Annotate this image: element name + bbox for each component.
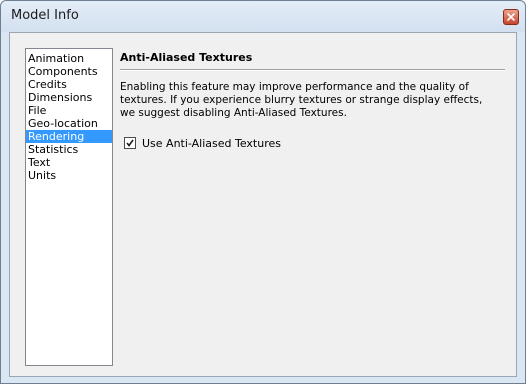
checkbox-label: Use Anti-Aliased Textures <box>142 136 281 150</box>
category-item-dimensions[interactable]: Dimensions <box>26 91 112 104</box>
model-info-window: Model Info Animation Components Credits … <box>0 0 526 384</box>
category-item-geo-location[interactable]: Geo-location <box>26 117 112 130</box>
checkmark-icon <box>126 139 134 147</box>
anti-aliased-textures-checkbox[interactable] <box>124 137 136 149</box>
description-line: textures. If you experience blurry textu… <box>120 94 483 106</box>
category-item-credits[interactable]: Credits <box>26 78 112 91</box>
feature-description: Enabling this feature may improve perfor… <box>120 81 508 120</box>
section-divider <box>120 69 505 71</box>
description-line: we suggest disabling Anti-Aliased Textur… <box>120 107 347 119</box>
close-icon <box>507 13 515 21</box>
title-bar[interactable]: Model Info <box>1 1 525 32</box>
anti-aliased-textures-option[interactable]: Use Anti-Aliased Textures <box>124 136 281 150</box>
dialog-body: Animation Components Credits Dimensions … <box>9 32 517 377</box>
close-button[interactable] <box>503 9 519 25</box>
window-title: Model Info <box>11 8 79 23</box>
category-item-text[interactable]: Text <box>26 156 112 169</box>
category-item-animation[interactable]: Animation <box>26 52 112 65</box>
category-item-components[interactable]: Components <box>26 65 112 78</box>
category-item-units[interactable]: Units <box>26 169 112 182</box>
section-title: Anti-Aliased Textures <box>120 51 253 64</box>
description-line: Enabling this feature may improve perfor… <box>120 81 469 93</box>
category-item-file[interactable]: File <box>26 104 112 117</box>
category-item-rendering[interactable]: Rendering <box>26 130 112 143</box>
category-list[interactable]: Animation Components Credits Dimensions … <box>25 48 113 366</box>
category-item-statistics[interactable]: Statistics <box>26 143 112 156</box>
